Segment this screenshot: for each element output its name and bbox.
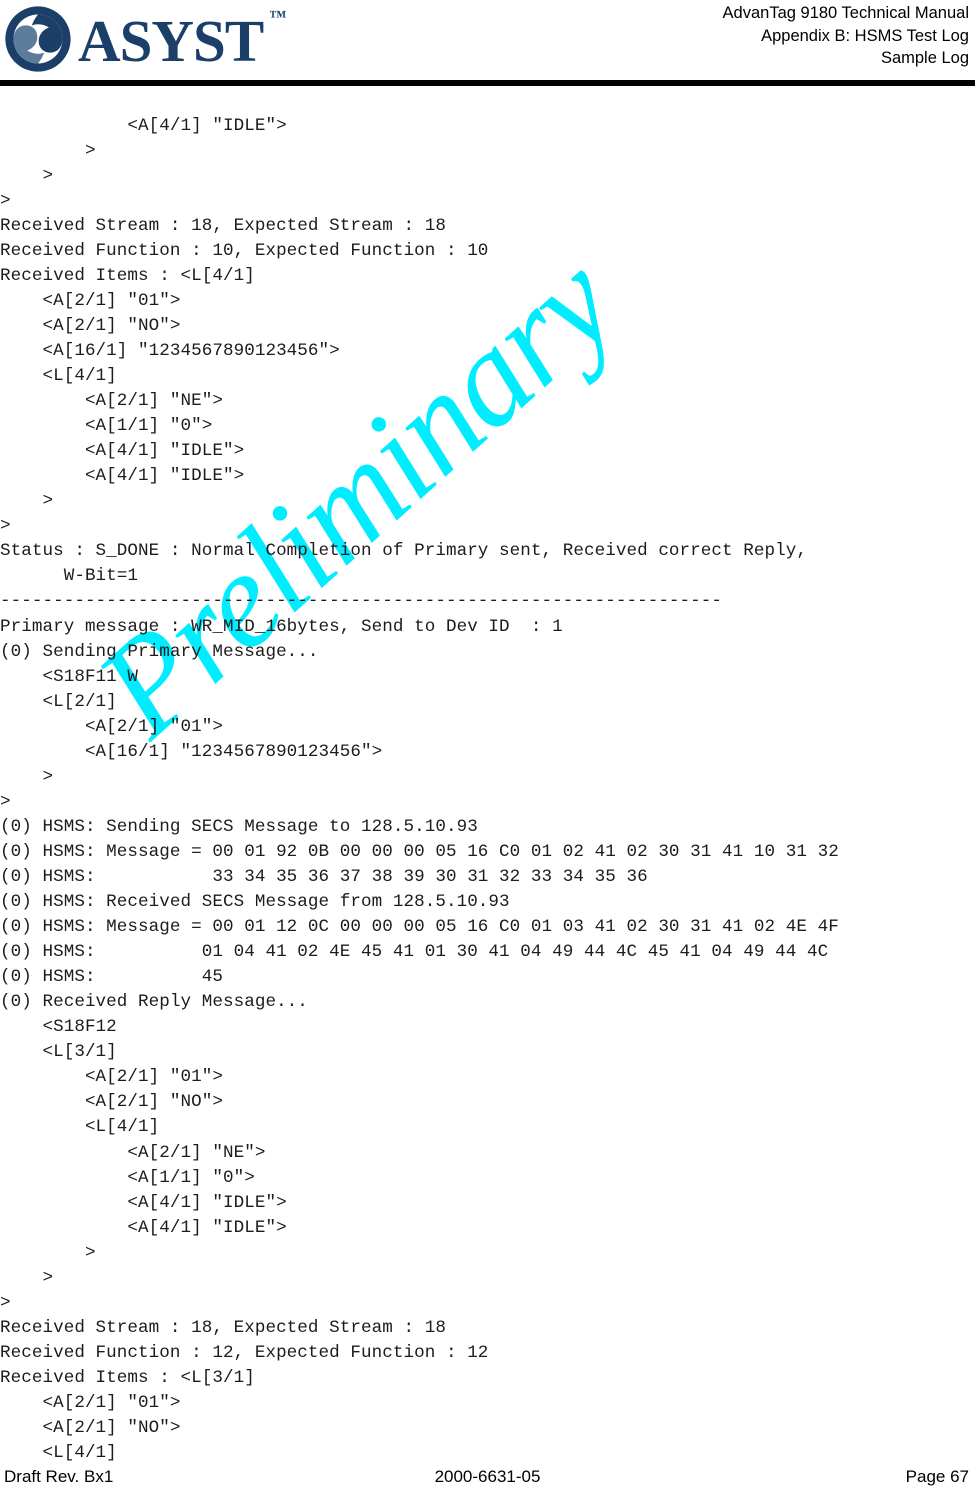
log-line: <A[4/1] "IDLE">	[0, 115, 287, 136]
header-title-block: AdvanTag 9180 Technical Manual Appendix …	[723, 2, 969, 70]
log-line: Received Function : 12, Expected Functio…	[0, 1342, 489, 1363]
log-line: <A[2/1] "01">	[0, 290, 181, 311]
header-divider-rule	[0, 80, 975, 86]
log-line: <A[2/1] "NE">	[0, 391, 223, 412]
log-line: Primary message : WR_MID_16bytes, Send t…	[0, 616, 563, 637]
log-line: >	[0, 791, 11, 812]
log-line: Received Items : <L[4/1]	[0, 265, 255, 286]
log-line: <A[4/1] "IDLE">	[0, 466, 245, 487]
log-line: <A[2/1] "NO">	[0, 315, 181, 336]
log-line: >	[0, 165, 54, 186]
page-footer: Draft Rev. Bx1 2000-6631-05 Page 67	[0, 1467, 975, 1491]
hsms-test-log-body: <A[4/1] "IDLE"> > > > Received Stream : 18…	[0, 114, 975, 1467]
log-line: <A[4/1] "IDLE">	[0, 1217, 287, 1238]
log-line: <A[2/1] "NO">	[0, 1418, 181, 1439]
header-title-line-3: Sample Log	[880, 49, 969, 67]
log-line: <S18F12	[0, 1017, 117, 1038]
asyst-wordmark: ASYST	[78, 7, 264, 74]
log-line: <A[2/1] "01">	[0, 1067, 223, 1088]
log-line: (0) HSMS: 45	[0, 967, 223, 988]
log-line: Status : S_DONE : Normal Completion of P…	[0, 541, 807, 562]
log-line: <L[4/1]	[0, 1443, 117, 1464]
log-line: W-Bit=1	[0, 566, 139, 587]
log-line: (0) HSMS: Received SECS Message from 128…	[0, 892, 510, 913]
log-line: Received Stream : 18, Expected Stream : …	[0, 215, 446, 236]
log-line: <L[3/1]	[0, 1042, 117, 1063]
log-line: <A[2/1] "01">	[0, 716, 223, 737]
log-line: (0) HSMS: Message = 00 01 92 0B 00 00 00…	[0, 841, 839, 862]
log-line: <A[1/1] "0">	[0, 1167, 255, 1188]
log-line: (0) Sending Primary Message...	[0, 641, 319, 662]
log-line: >	[0, 516, 11, 537]
trademark-symbol: ™	[269, 7, 287, 26]
asyst-logo: ASYST ™	[4, 4, 344, 74]
log-line: <L[4/1]	[0, 366, 117, 387]
page-header: ASYST ™ AdvanTag 9180 Technical Manual A…	[0, 0, 975, 80]
log-line: <A[16/1] "1234567890123456">	[0, 741, 383, 762]
log-line: <A[4/1] "IDLE">	[0, 1192, 287, 1213]
log-line: <A[1/1] "0">	[0, 416, 213, 437]
footer-page-number: Page 67	[905, 1467, 969, 1486]
log-line: <A[2/1] "01">	[0, 1392, 181, 1413]
log-line: (0) HSMS: 33 34 35 36 37 38 39 30 31 32 …	[0, 867, 648, 887]
log-line: <L[4/1]	[0, 1117, 160, 1138]
log-line: <L[2/1]	[0, 691, 117, 712]
log-line: (0) HSMS: Sending SECS Message to 128.5.…	[0, 816, 478, 837]
log-line: <A[2/1] "NE">	[0, 1142, 266, 1163]
document-page: ASYST ™ AdvanTag 9180 Technical Manual A…	[0, 0, 975, 1507]
asyst-swirl-logo-icon	[4, 5, 72, 73]
log-line: <A[2/1] "NO">	[0, 1092, 223, 1113]
log-line: Received Stream : 18, Expected Stream : …	[0, 1317, 446, 1338]
log-line: ----------------------------------------…	[0, 591, 723, 612]
log-line: (0) HSMS: 01 04 41 02 4E 45 41 01 30 41 …	[0, 942, 829, 963]
log-line: >	[0, 766, 54, 787]
log-line: (0) Received Reply Message...	[0, 992, 308, 1013]
log-line: >	[0, 190, 11, 211]
log-line: >	[0, 140, 96, 161]
header-title-line-2: Appendix B: HSMS Test Log	[761, 26, 969, 45]
footer-document-number: 2000-6631-05	[434, 1467, 541, 1486]
log-line: Received Function : 10, Expected Functio…	[0, 240, 489, 261]
log-line: (0) HSMS: Message = 00 01 12 0C 00 00 00…	[0, 917, 839, 938]
log-line: >	[0, 1267, 54, 1288]
header-title-line-1: AdvanTag 9180 Technical Manual	[722, 4, 969, 22]
log-line: <A[4/1] "IDLE">	[0, 441, 245, 462]
log-line: <S18F11 W	[0, 666, 139, 687]
log-line: >	[0, 1292, 11, 1313]
log-line: >	[0, 491, 54, 512]
log-line: Received Items : <L[3/1]	[0, 1367, 255, 1388]
log-line: >	[0, 1242, 96, 1263]
log-line: <A[16/1] "1234567890123456">	[0, 341, 340, 362]
